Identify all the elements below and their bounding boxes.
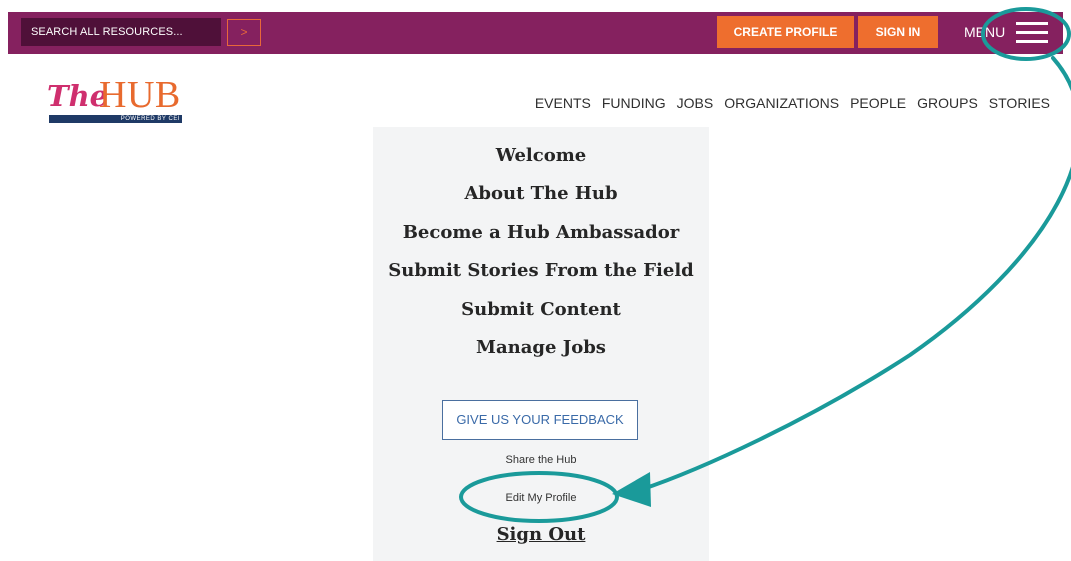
main-nav: EVENTS FUNDING JOBS ORGANIZATIONS PEOPLE…: [535, 95, 1050, 111]
chevron-right-icon: >: [240, 25, 248, 39]
menu-dropdown: Welcome About The Hub Become a Hub Ambas…: [373, 127, 709, 561]
menu-item-welcome[interactable]: Welcome: [373, 145, 709, 166]
nav-item-groups[interactable]: GROUPS: [917, 95, 978, 111]
nav-item-jobs[interactable]: JOBS: [677, 95, 714, 111]
nav-item-funding[interactable]: FUNDING: [602, 95, 666, 111]
feedback-button[interactable]: GIVE US YOUR FEEDBACK: [442, 400, 638, 440]
menu-item-submit-content[interactable]: Submit Content: [373, 299, 709, 320]
create-profile-button[interactable]: CREATE PROFILE: [717, 16, 854, 48]
menu-label[interactable]: MENU: [964, 12, 1005, 52]
logo-tagline: POWERED BY CEI: [120, 116, 180, 122]
hamburger-icon[interactable]: [1016, 22, 1048, 44]
menu-item-about[interactable]: About The Hub: [373, 183, 709, 204]
logo-hub-text: HUB: [99, 74, 181, 116]
search-submit-button[interactable]: >: [227, 19, 261, 46]
menu-item-ambassador[interactable]: Become a Hub Ambassador: [373, 222, 709, 243]
nav-item-events[interactable]: EVENTS: [535, 95, 591, 111]
nav-item-organizations[interactable]: ORGANIZATIONS: [724, 95, 839, 111]
menu-item-manage-jobs[interactable]: Manage Jobs: [373, 337, 709, 358]
nav-item-people[interactable]: PEOPLE: [850, 95, 906, 111]
search-input[interactable]: SEARCH ALL RESOURCES...: [21, 18, 221, 46]
sign-in-button[interactable]: SIGN IN: [858, 16, 938, 48]
top-bar: SEARCH ALL RESOURCES... > CREATE PROFILE…: [8, 12, 1063, 54]
share-hub-link[interactable]: Share the Hub: [373, 454, 709, 466]
hub-logo[interactable]: The HUB POWERED BY CEI: [47, 76, 183, 124]
edit-profile-link[interactable]: Edit My Profile: [373, 492, 709, 504]
nav-item-stories[interactable]: STORIES: [989, 95, 1050, 111]
sign-out-link[interactable]: Sign Out: [373, 524, 709, 545]
menu-item-submit-stories[interactable]: Submit Stories From the Field: [373, 260, 709, 281]
logo-tagline-bar: POWERED BY CEI: [49, 115, 182, 123]
